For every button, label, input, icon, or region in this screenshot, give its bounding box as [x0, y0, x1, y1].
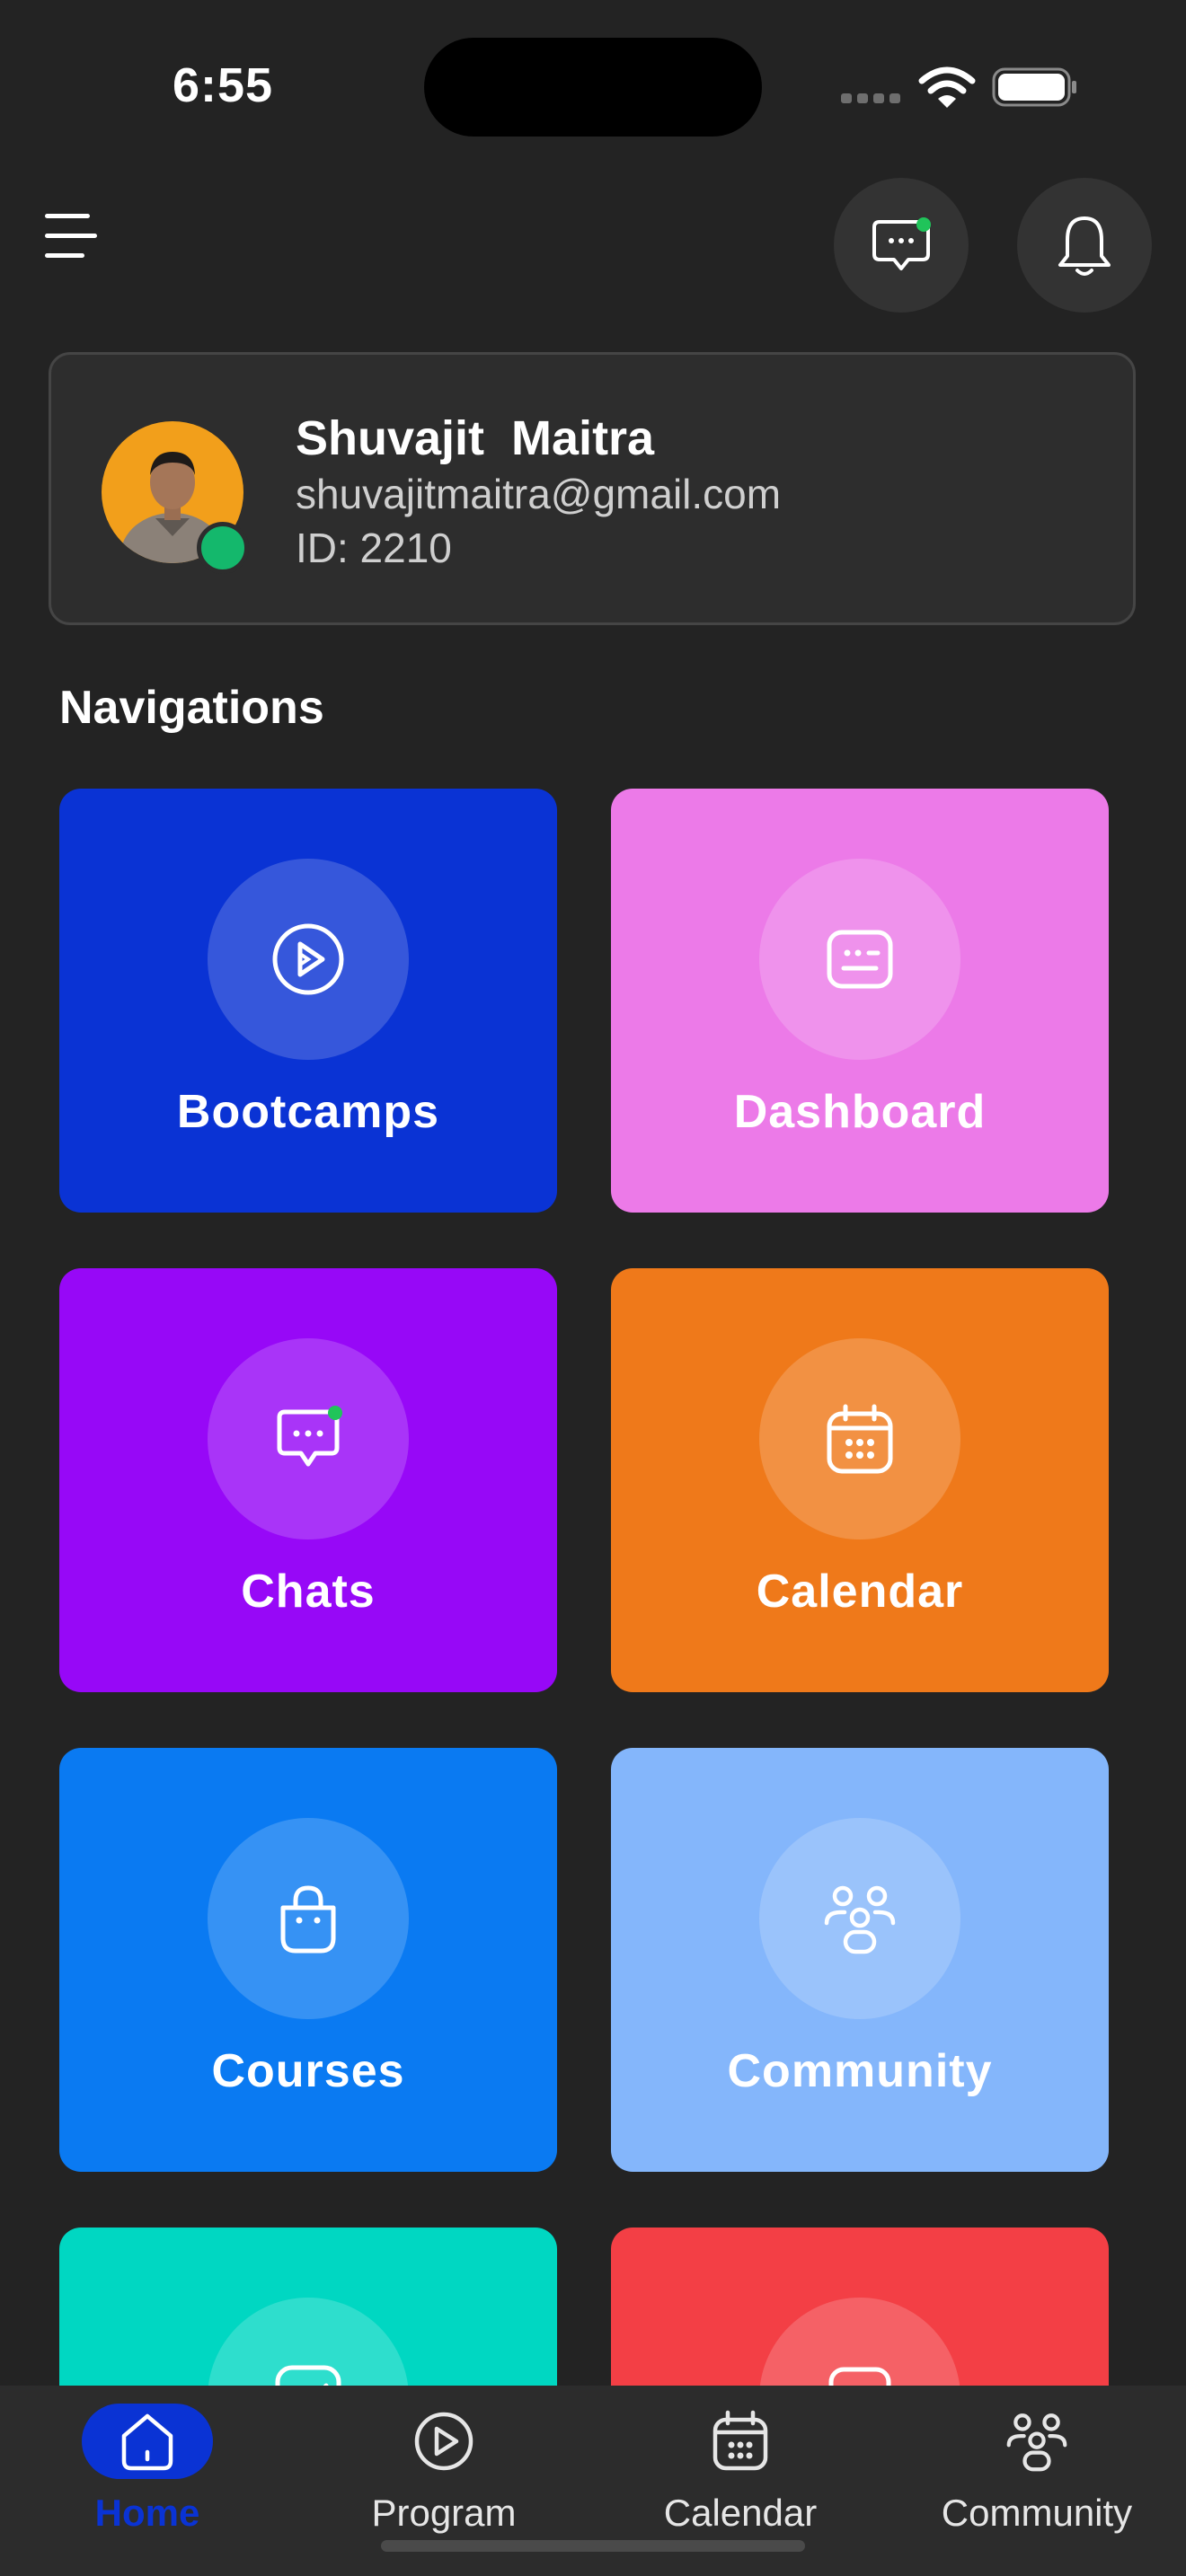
unread-indicator [916, 217, 931, 232]
profile-name: Shuvajit Maitra [296, 411, 655, 465]
document-icon [828, 2367, 891, 2387]
tab-label: Calendar [663, 2492, 818, 2534]
tile-icon-circle [759, 1338, 960, 1539]
tile-dashboard[interactable]: Dashboard [611, 789, 1109, 1213]
tile-label: Dashboard [733, 1086, 987, 1138]
tile-community[interactable]: Community [611, 1748, 1109, 2172]
calendar-icon [827, 1404, 893, 1474]
messages-button[interactable] [834, 178, 969, 313]
tab-community[interactable]: Community [902, 2386, 1172, 2576]
tab-label: Community [941, 2492, 1133, 2534]
menu-button[interactable] [45, 214, 99, 260]
notifications-button[interactable] [1017, 178, 1152, 313]
dashboard-card-icon [827, 930, 893, 989]
tile-chats[interactable]: Chats [59, 1268, 557, 1692]
chart-icon [275, 2365, 341, 2387]
shopping-bag-icon [280, 1885, 336, 1954]
tile-label: Calendar [756, 1566, 964, 1618]
calendar-icon [704, 2405, 776, 2477]
tile-icon-circle [759, 859, 960, 1060]
profile-id: ID: 2210 [296, 525, 452, 571]
bell-icon [1058, 216, 1111, 276]
online-status-dot [197, 522, 249, 574]
navigation-grid: Bootcamps Dashboard Chats Calendar Cours… [59, 789, 1111, 2387]
tab-label: Home [94, 2492, 200, 2534]
section-title: Navigations [59, 682, 324, 734]
tile-label: Chats [241, 1566, 376, 1618]
tab-label: Program [371, 2492, 517, 2534]
tile-label: Courses [211, 2045, 405, 2097]
community-icon [824, 1885, 896, 1954]
tile-bootcamps[interactable]: Bootcamps [59, 789, 557, 1213]
community-icon [1001, 2405, 1073, 2477]
tile-icon-circle [208, 859, 409, 1060]
home-indicator [381, 2540, 805, 2552]
wifi-icon [918, 66, 976, 108]
tile-documents[interactable] [611, 2228, 1109, 2387]
tab-home[interactable]: Home [13, 2386, 282, 2576]
tile-label: Community [727, 2045, 993, 2097]
tile-icon-circle [759, 1818, 960, 2019]
tile-icon-circle [759, 2298, 960, 2387]
tile-courses[interactable]: Courses [59, 1748, 557, 2172]
tile-icon-circle [208, 1818, 409, 2019]
chat-bubble-icon [277, 1406, 342, 1467]
play-circle-icon [272, 923, 344, 995]
tile-calendar[interactable]: Calendar [611, 1268, 1109, 1692]
tile-icon-circle [208, 2298, 409, 2387]
profile-email: shuvajitmaitra@gmail.com [296, 471, 782, 517]
play-circle-icon [408, 2405, 480, 2477]
tile-icon-circle [208, 1338, 409, 1539]
home-icon [111, 2405, 183, 2477]
cellular-signal-icon [841, 93, 900, 103]
tile-label: Bootcamps [176, 1086, 440, 1138]
dynamic-island [424, 38, 762, 137]
battery-icon [992, 67, 1076, 107]
tile-analytics[interactable] [59, 2228, 557, 2387]
profile-card[interactable]: Shuvajit Maitra shuvajitmaitra@gmail.com… [49, 352, 1136, 625]
status-time: 6:55 [173, 58, 274, 112]
